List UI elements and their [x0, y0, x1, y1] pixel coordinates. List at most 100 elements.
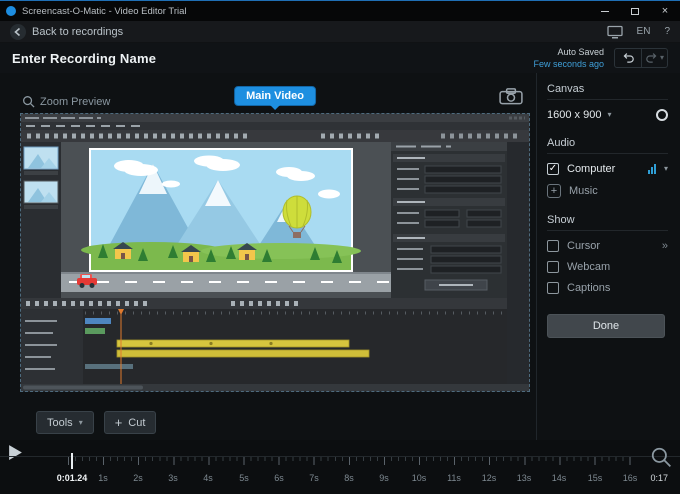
main-video-badge[interactable]: Main Video: [234, 86, 316, 106]
chevron-down-icon: ▾: [607, 111, 611, 119]
tick-label: 16s: [618, 473, 642, 483]
autosave-status: Auto Saved Few seconds ago: [533, 46, 604, 70]
titlebar: Screencast-O-Matic - Video Editor Trial …: [0, 1, 680, 21]
zoom-preview-button[interactable]: Zoom Preview: [22, 95, 110, 108]
tick-label: 14s: [547, 473, 571, 483]
camera-icon: [499, 87, 523, 105]
show-section-label: Show: [547, 214, 668, 231]
tick-label: 1s: [91, 473, 115, 483]
cartoon-scene: [81, 150, 361, 270]
double-chevron-right-icon[interactable]: »: [662, 240, 668, 252]
editor-properties-panel: [391, 142, 507, 298]
magnifier-icon: [22, 95, 35, 108]
tools-label: Tools: [47, 417, 73, 429]
cut-label: Cut: [128, 417, 145, 429]
magnifier-icon: [650, 446, 672, 468]
tick-label: 9s: [372, 473, 396, 483]
redo-button[interactable]: ▾: [641, 49, 667, 67]
tick-label: 13s: [512, 473, 536, 483]
app-logo-icon: [6, 6, 16, 16]
badge-pointer: [270, 105, 280, 110]
screen-share-icon[interactable]: [607, 25, 623, 39]
volume-level-icon[interactable]: [648, 164, 656, 174]
tick-label: 10s: [407, 473, 431, 483]
timeline-clip-yellow-2: [117, 350, 369, 357]
canvas-size-value: 1600 x 900: [547, 109, 601, 121]
canvas-section-label: Canvas: [547, 83, 668, 100]
maximize-button[interactable]: [620, 1, 650, 21]
app-window: Screencast-O-Matic - Video Editor Trial …: [0, 0, 680, 494]
captions-label: Captions: [567, 282, 610, 294]
redo-icon: [645, 52, 658, 64]
minimize-icon: [601, 11, 609, 12]
navbar: Back to recordings EN ?: [0, 21, 680, 43]
window-controls: ×: [590, 1, 680, 21]
cut-button[interactable]: + Cut: [104, 411, 157, 434]
main-area: Zoom Preview Main Video: [0, 73, 680, 441]
main-video-label: Main Video: [246, 90, 304, 102]
autosave-label: Auto Saved: [533, 46, 604, 58]
playhead[interactable]: [71, 453, 73, 469]
zoom-preview-label: Zoom Preview: [40, 96, 110, 108]
tick-label: 8s: [337, 473, 361, 483]
editor-toolbar: [21, 130, 529, 142]
webcam-checkbox[interactable]: [547, 261, 559, 273]
minimize-button[interactable]: [590, 1, 620, 21]
maximize-icon: [631, 8, 639, 15]
window-title: Screencast-O-Matic - Video Editor Trial: [22, 6, 187, 17]
captions-checkbox[interactable]: [547, 282, 559, 294]
header-right: Auto Saved Few seconds ago ▾: [533, 46, 668, 70]
chevron-down-icon[interactable]: ▾: [664, 165, 668, 173]
language-selector[interactable]: EN: [637, 26, 651, 37]
tick-label: 7s: [302, 473, 326, 483]
editor-menubar: [21, 122, 529, 130]
header: Enter Recording Name Auto Saved Few seco…: [0, 43, 680, 73]
main-video-preview[interactable]: [20, 113, 530, 392]
undo-redo-group: ▾: [614, 48, 668, 68]
help-button[interactable]: ?: [664, 26, 670, 37]
cursor-label: Cursor: [567, 240, 600, 252]
canvas-size-dropdown[interactable]: 1600 x 900 ▾: [547, 109, 611, 121]
computer-audio-checkbox[interactable]: ✓: [547, 163, 559, 175]
tick-label: 12s: [477, 473, 501, 483]
end-time-label: 0:17: [650, 473, 668, 483]
add-music-icon[interactable]: +: [547, 184, 561, 198]
webcam-label: Webcam: [567, 261, 610, 273]
back-to-recordings-button[interactable]: Back to recordings: [10, 24, 123, 40]
back-label: Back to recordings: [32, 26, 123, 38]
plus-icon: +: [551, 185, 557, 197]
plus-icon: +: [115, 416, 123, 429]
chevron-down-icon: ▾: [79, 419, 83, 427]
computer-audio-label: Computer: [567, 163, 615, 175]
tick-label: 2s: [126, 473, 150, 483]
navbar-right: EN ?: [607, 25, 670, 39]
music-label[interactable]: Music: [569, 185, 598, 197]
settings-sidebar: Canvas 1600 x 900 ▾ Audio ✓ Computer ▾ +…: [536, 73, 680, 441]
screenshot-camera-button[interactable]: [499, 87, 523, 105]
play-button[interactable]: [8, 444, 23, 461]
tick-label: 6s: [267, 473, 291, 483]
road: [61, 272, 391, 292]
chevron-down-icon: ▾: [660, 54, 664, 62]
tick-label: 15s: [583, 473, 607, 483]
autosave-time: Few seconds ago: [533, 58, 604, 70]
tick-label: 3s: [161, 473, 185, 483]
timeline-major-ticks[interactable]: [68, 457, 633, 465]
recorded-screen-thumbnail: [21, 114, 529, 391]
done-button[interactable]: Done: [547, 314, 665, 338]
tick-label: 11s: [442, 473, 466, 483]
editor-right-strip: [507, 142, 529, 384]
check-icon: ✓: [549, 164, 557, 174]
audio-section-label: Audio: [547, 137, 668, 154]
editor-timeline: [21, 298, 529, 391]
undo-button[interactable]: [615, 49, 641, 67]
timeline-zoom-button[interactable]: [650, 446, 672, 468]
record-icon[interactable]: [656, 109, 668, 121]
cursor-checkbox[interactable]: [547, 240, 559, 252]
recording-name-input[interactable]: Enter Recording Name: [12, 51, 156, 66]
editor-canvas: [61, 142, 391, 298]
editor-titlebar: [21, 114, 529, 122]
play-icon: [8, 444, 23, 461]
tools-button[interactable]: Tools ▾: [36, 411, 94, 434]
close-button[interactable]: ×: [650, 1, 680, 21]
